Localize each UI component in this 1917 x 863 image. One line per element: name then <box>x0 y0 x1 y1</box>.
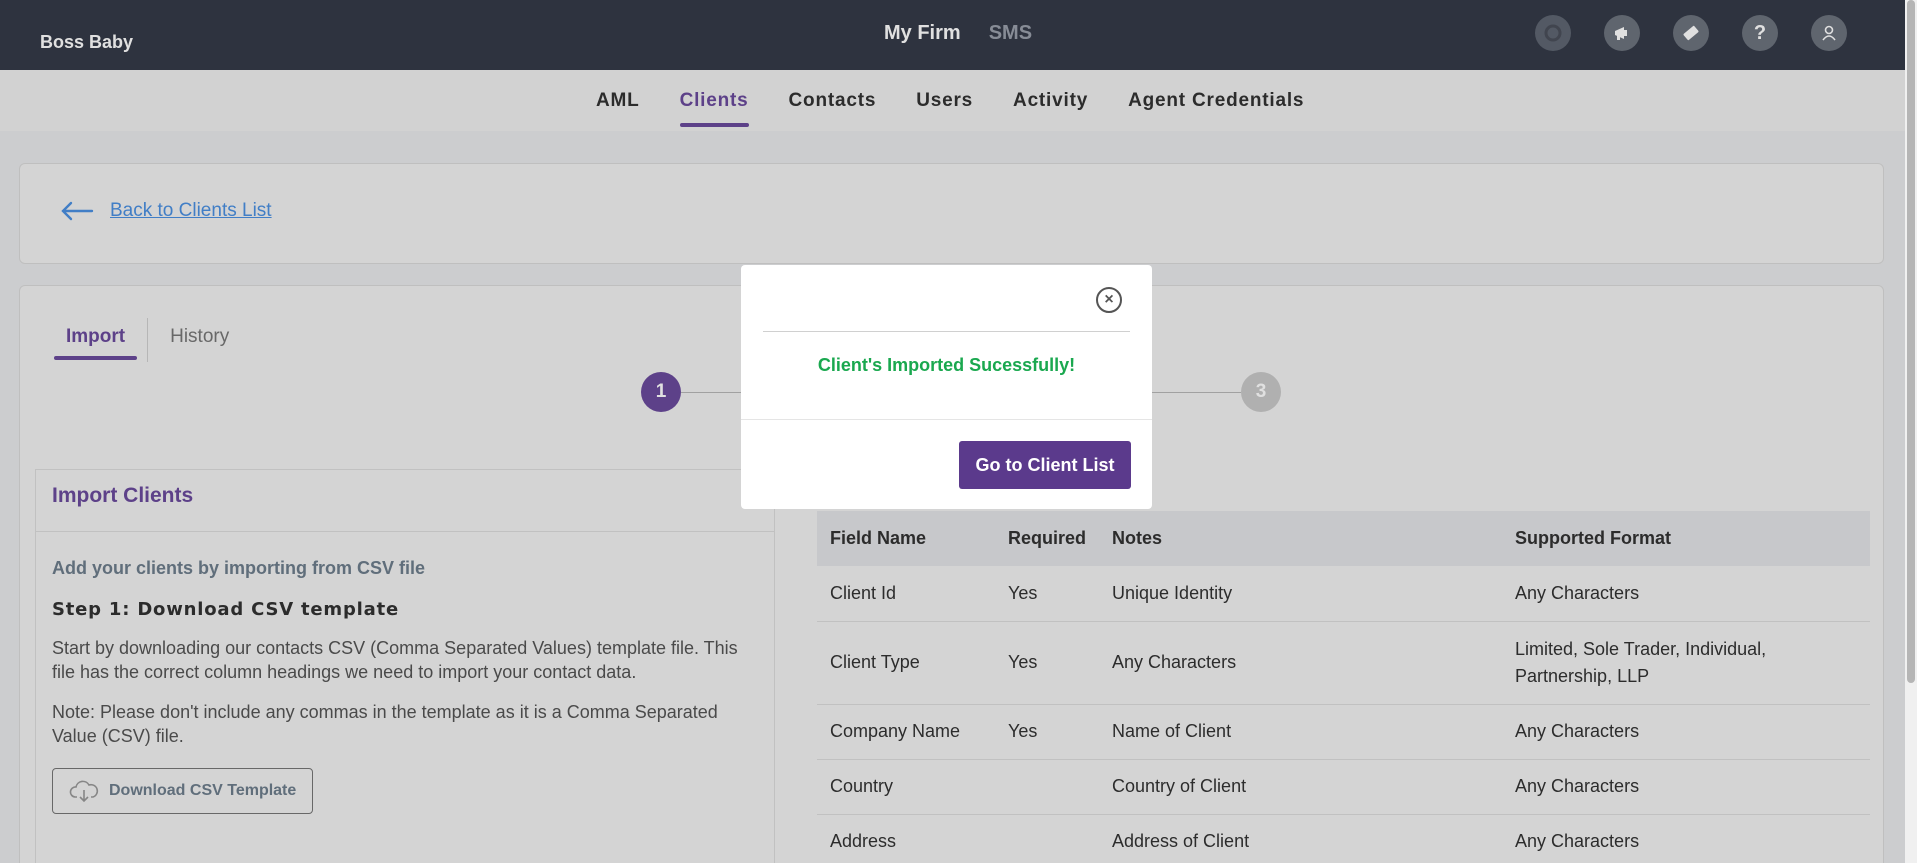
close-icon[interactable]: × <box>1096 287 1122 313</box>
modal-footer-divider <box>741 419 1152 420</box>
scrollbar-thumb[interactable] <box>1907 0 1915 683</box>
success-modal: × Client's Imported Sucessfully! Go to C… <box>741 265 1152 509</box>
success-message: Client's Imported Sucessfully! <box>817 355 1076 375</box>
modal-divider <box>763 331 1130 332</box>
scrollbar[interactable] <box>1905 0 1917 863</box>
go-to-client-list-button[interactable]: Go to Client List <box>959 441 1131 489</box>
